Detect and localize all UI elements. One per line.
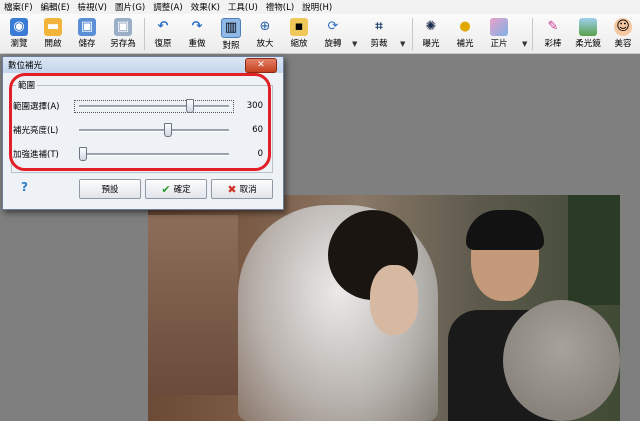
photo-elder-hair xyxy=(503,300,620,421)
rotate-dropdown-icon[interactable]: ▼ xyxy=(352,40,357,48)
tool-browse[interactable]: ◉ 瀏覽 xyxy=(2,16,36,52)
tool-label: 彩棒 xyxy=(544,39,562,49)
tool-color-wand[interactable]: ✎ 彩棒 xyxy=(536,16,570,52)
menu-help[interactable]: 說明(H) xyxy=(298,1,336,13)
save-icon: ▣ xyxy=(78,18,96,36)
toolbar-separator xyxy=(532,18,533,50)
tool-label: 柔光鏡 xyxy=(575,39,601,49)
menu-image[interactable]: 圖片(G) xyxy=(111,1,149,13)
tool-label: 美容 xyxy=(614,39,632,49)
menu-adjust[interactable]: 調整(A) xyxy=(149,1,186,13)
positive-film-icon xyxy=(490,18,508,36)
checkmark-icon: ✔ xyxy=(161,182,171,196)
toolbar-separator xyxy=(144,18,145,50)
folder-icon: ▬ xyxy=(44,18,62,36)
zoom-in-icon: ⊕ xyxy=(259,19,271,34)
photo-window xyxy=(148,215,238,395)
photo-bride-face xyxy=(370,265,418,335)
tool-label: 儲存 xyxy=(78,39,96,49)
tool-redo[interactable]: ↷ 重做 xyxy=(180,16,214,52)
crop-icon: ⌗ xyxy=(375,19,383,34)
menu-tools[interactable]: 工具(U) xyxy=(224,1,262,13)
photo-canvas[interactable] xyxy=(148,195,620,421)
photo-plant xyxy=(568,195,620,305)
redo-icon: ↷ xyxy=(191,19,203,34)
menu-effects[interactable]: 效果(K) xyxy=(187,1,224,13)
default-button-label: 預設 xyxy=(101,185,119,195)
undo-icon: ↶ xyxy=(157,19,169,34)
save-as-icon: ▣ xyxy=(114,18,132,36)
toolbar-separator xyxy=(412,18,413,50)
tool-soft-light[interactable]: 柔光鏡 xyxy=(570,16,606,52)
tool-label: 曝光 xyxy=(422,39,440,49)
dialog-title: 數位補光 xyxy=(8,61,43,71)
menu-bar: 檔案(F) 編輯(E) 檢視(V) 圖片(G) 調整(A) 效果(K) 工具(U… xyxy=(0,0,640,15)
cancel-x-icon: ✖ xyxy=(227,182,237,196)
close-button[interactable]: ✕ xyxy=(245,58,277,73)
tool-label: 開啟 xyxy=(44,39,62,49)
tool-label: 旋轉 xyxy=(324,39,342,49)
tool-label: 補光 xyxy=(456,39,474,49)
ok-button[interactable]: ✔ 確定 xyxy=(145,179,207,199)
tool-fill-light[interactable]: ● 補光 xyxy=(448,16,482,52)
rotate-icon: ⟳ xyxy=(327,19,339,34)
crop-dropdown-icon[interactable]: ▼ xyxy=(400,40,405,48)
tool-rotate[interactable]: ⟳ 旋轉 xyxy=(316,16,350,52)
tool-save-as[interactable]: ▣ 另存為 xyxy=(104,16,142,52)
default-button[interactable]: 預設 xyxy=(79,179,141,199)
menu-view[interactable]: 檢視(V) xyxy=(74,1,111,13)
exposure-icon: ✺ xyxy=(425,19,437,34)
positive-film-dropdown-icon[interactable]: ▼ xyxy=(522,40,527,48)
resize-icon: ▪ xyxy=(290,18,308,36)
tool-crop[interactable]: ⌗ 剪裁 xyxy=(362,16,396,52)
tool-resize[interactable]: ▪ 縮放 xyxy=(282,16,316,52)
tool-compare[interactable]: ▥ 對照 xyxy=(214,16,248,52)
tool-zoom-in[interactable]: ⊕ 放大 xyxy=(248,16,282,52)
tool-save[interactable]: ▣ 儲存 xyxy=(70,16,104,52)
tool-label: 放大 xyxy=(256,39,274,49)
tool-label: 正片 xyxy=(490,39,508,49)
browse-icon: ◉ xyxy=(10,18,28,36)
fill-light-icon: ● xyxy=(459,19,471,34)
soft-light-icon xyxy=(579,18,597,36)
menu-gifts[interactable]: 禮物(L) xyxy=(262,1,298,13)
dialog-titlebar[interactable]: 數位補光 xyxy=(3,57,283,73)
tool-positive-film[interactable]: 正片 xyxy=(482,16,516,52)
tool-exposure[interactable]: ✺ 曝光 xyxy=(414,16,448,52)
tool-label: 對照 xyxy=(222,41,240,51)
tool-beauty[interactable]: ☺ 美容 xyxy=(606,16,640,52)
color-wand-icon: ✎ xyxy=(547,19,559,34)
cancel-button-label: 取消 xyxy=(239,185,257,195)
menu-edit[interactable]: 編輯(E) xyxy=(37,1,74,13)
help-icon[interactable]: ? xyxy=(21,180,28,194)
ok-button-label: 確定 xyxy=(173,185,191,195)
tool-label: 另存為 xyxy=(110,39,136,49)
close-icon: ✕ xyxy=(257,60,265,70)
tool-label: 縮放 xyxy=(290,39,308,49)
tool-undo[interactable]: ↶ 復原 xyxy=(146,16,180,52)
beauty-icon: ☺ xyxy=(614,18,632,36)
menu-file[interactable]: 檔案(F) xyxy=(0,1,37,13)
tool-open[interactable]: ▬ 開啟 xyxy=(36,16,70,52)
toolbar: ◉ 瀏覽 ▬ 開啟 ▣ 儲存 ▣ 另存為 ↶ 復原 ↷ 重做 ▥ 對照 ⊕ 放大… xyxy=(0,14,640,54)
tool-label: 復原 xyxy=(154,39,172,49)
tool-label: 重做 xyxy=(188,39,206,49)
tool-label: 剪裁 xyxy=(370,39,388,49)
cancel-button[interactable]: ✖ 取消 xyxy=(211,179,273,199)
compare-icon: ▥ xyxy=(221,18,241,38)
highlight-ring xyxy=(9,73,271,171)
tool-label: 瀏覽 xyxy=(10,39,28,49)
